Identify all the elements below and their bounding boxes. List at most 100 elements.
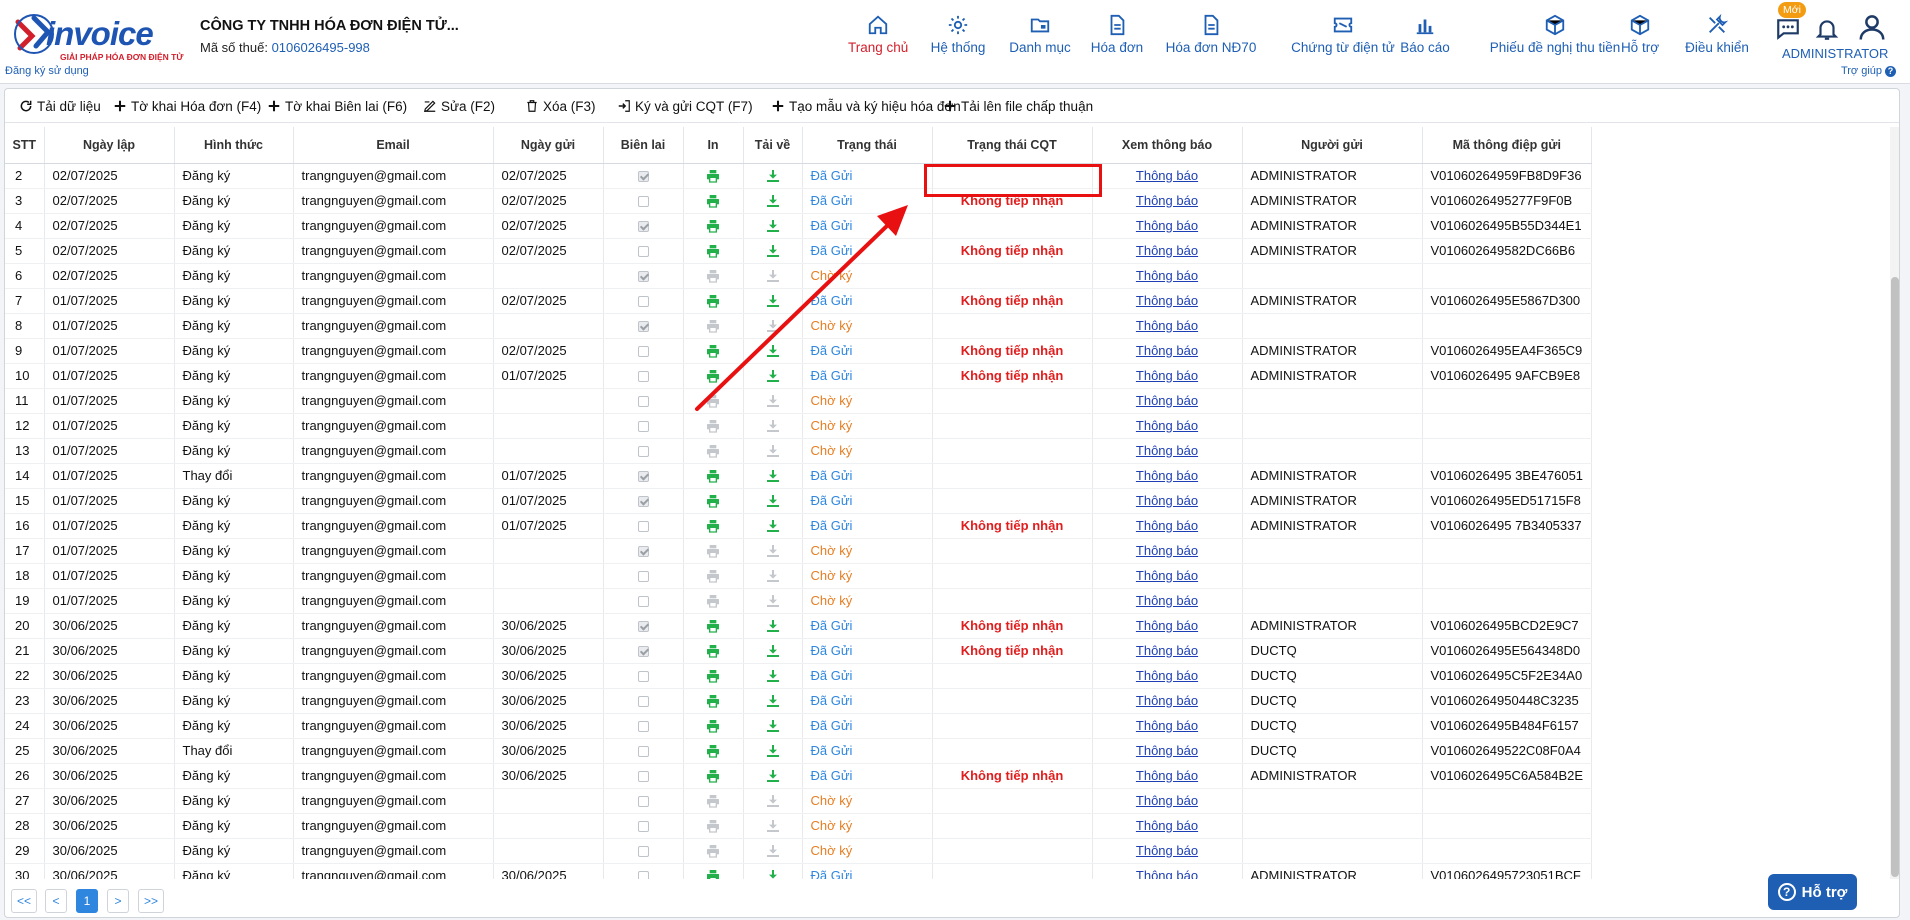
table-row[interactable]: 15 01/07/2025 Đăng ký trangnguyen@gmail.com… xyxy=(5,488,1593,514)
cell-notice-link[interactable]: Thông báo xyxy=(1092,613,1243,639)
download-icon[interactable] xyxy=(765,443,781,459)
table-row[interactable]: 9 01/07/2025 Đăng ký trangnguyen@gmail.com 0… xyxy=(5,338,1593,364)
receipt-checkbox[interactable] xyxy=(637,221,649,233)
cell-notice-link[interactable]: Thông báo xyxy=(1092,363,1243,389)
receipt-checkbox[interactable] xyxy=(637,646,649,658)
pager-next[interactable]: > xyxy=(107,889,129,913)
download-icon[interactable] xyxy=(765,268,781,284)
nav-item-2[interactable]: Danh mục xyxy=(1007,12,1073,64)
receipt-checkbox[interactable] xyxy=(637,571,649,583)
print-icon[interactable] xyxy=(705,168,721,184)
cell-notice-link[interactable]: Thông báo xyxy=(1092,763,1243,789)
receipt-checkbox[interactable] xyxy=(637,346,649,358)
download-icon[interactable] xyxy=(765,768,781,784)
cell-notice-link[interactable]: Thông báo xyxy=(1092,538,1243,564)
receipt-checkbox[interactable] xyxy=(637,246,649,258)
table-row[interactable]: 21 30/06/2025 Đăng ký trangnguyen@gmail.com… xyxy=(5,638,1593,664)
cell-notice-link[interactable]: Thông báo xyxy=(1092,388,1243,414)
nav-item-3[interactable]: Hóa đơn xyxy=(1089,12,1145,64)
table-row[interactable]: 22 30/06/2025 Đăng ký trangnguyen@gmail.com… xyxy=(5,663,1593,689)
receipt-checkbox[interactable] xyxy=(637,171,649,183)
table-row[interactable]: 29 30/06/2025 Đăng ký trangnguyen@gmail.com… xyxy=(5,838,1593,864)
column-header-5[interactable]: Biên lai xyxy=(603,127,684,164)
download-icon[interactable] xyxy=(765,318,781,334)
download-icon[interactable] xyxy=(765,868,781,879)
cell-notice-link[interactable]: Thông báo xyxy=(1092,313,1243,339)
cell-notice-link[interactable]: Thông báo xyxy=(1092,263,1243,289)
nav-item-7[interactable]: Phiếu đề nghị thu tiền xyxy=(1471,12,1639,64)
receipt-checkbox[interactable] xyxy=(637,596,649,608)
register-link[interactable]: Đăng ký sử dụng xyxy=(5,65,89,77)
receipt-checkbox[interactable] xyxy=(637,746,649,758)
column-header-12[interactable]: Mã thông điệp gửi xyxy=(1422,127,1593,164)
receipt-checkbox[interactable] xyxy=(637,496,649,508)
nav-item-1[interactable]: Hệ thống xyxy=(930,12,986,64)
cell-notice-link[interactable]: Thông báo xyxy=(1092,713,1243,739)
print-icon[interactable] xyxy=(705,743,721,759)
receipt-checkbox[interactable] xyxy=(637,696,649,708)
download-icon[interactable] xyxy=(765,168,781,184)
column-header-8[interactable]: Trạng thái xyxy=(802,127,933,164)
table-row[interactable]: 6 02/07/2025 Đăng ký trangnguyen@gmail.com C… xyxy=(5,263,1593,289)
table-row[interactable]: 24 30/06/2025 Đăng ký trangnguyen@gmail.com… xyxy=(5,713,1593,739)
receipt-checkbox[interactable] xyxy=(637,821,649,833)
table-row[interactable]: 3 02/07/2025 Đăng ký trangnguyen@gmail.com 0… xyxy=(5,188,1593,214)
column-header-6[interactable]: In xyxy=(683,127,744,164)
cell-notice-link[interactable]: Thông báo xyxy=(1092,813,1243,839)
table-row[interactable]: 14 01/07/2025 Thay đổi trangnguyen@gmail.co… xyxy=(5,463,1593,489)
pager-page-1[interactable]: 1 xyxy=(76,889,98,913)
download-icon[interactable] xyxy=(765,593,781,609)
print-icon[interactable] xyxy=(705,368,721,384)
print-icon[interactable] xyxy=(705,668,721,684)
table-row[interactable]: 8 01/07/2025 Đăng ký trangnguyen@gmail.com C… xyxy=(5,313,1593,339)
column-header-1[interactable]: Ngày lập xyxy=(44,127,175,164)
print-icon[interactable] xyxy=(705,393,721,409)
cell-notice-link[interactable]: Thông báo xyxy=(1092,438,1243,464)
receipt-checkbox[interactable] xyxy=(637,721,649,733)
column-header-9[interactable]: Trạng thái CQT xyxy=(932,127,1093,164)
receipt-checkbox[interactable] xyxy=(637,771,649,783)
download-icon[interactable] xyxy=(765,418,781,434)
download-icon[interactable] xyxy=(765,293,781,309)
print-icon[interactable] xyxy=(705,593,721,609)
receipt-checkbox[interactable] xyxy=(637,296,649,308)
receipt-checkbox[interactable] xyxy=(637,196,649,208)
print-icon[interactable] xyxy=(705,518,721,534)
print-icon[interactable] xyxy=(705,868,721,879)
download-icon[interactable] xyxy=(765,193,781,209)
table-row[interactable]: 30 30/06/2025 Đăng ký trangnguyen@gmail.com… xyxy=(5,863,1593,879)
user-name[interactable]: ADMINISTRATOR xyxy=(1782,46,1888,61)
nav-item-0[interactable]: Trang chủ xyxy=(848,12,908,64)
print-icon[interactable] xyxy=(705,218,721,234)
print-icon[interactable] xyxy=(705,268,721,284)
cell-notice-link[interactable]: Thông báo xyxy=(1092,238,1243,264)
message-icon[interactable] xyxy=(1775,16,1801,42)
toolbar-button-0[interactable]: Tải dữ liệu xyxy=(19,96,101,116)
scrollbar-thumb[interactable] xyxy=(1891,277,1899,877)
receipt-checkbox[interactable] xyxy=(637,471,649,483)
receipt-checkbox[interactable] xyxy=(637,271,649,283)
nav-item-5[interactable]: Chứng từ điện tử xyxy=(1275,12,1411,64)
download-icon[interactable] xyxy=(765,693,781,709)
table-row[interactable]: 26 30/06/2025 Đăng ký trangnguyen@gmail.com… xyxy=(5,763,1593,789)
toolbar-button-7[interactable]: Tải lên file chấp thuận xyxy=(943,96,1093,116)
download-icon[interactable] xyxy=(765,743,781,759)
toolbar-button-4[interactable]: Xóa (F3) xyxy=(525,96,596,116)
cell-notice-link[interactable]: Thông báo xyxy=(1092,488,1243,514)
print-icon[interactable] xyxy=(705,493,721,509)
cell-notice-link[interactable]: Thông báo xyxy=(1092,838,1243,864)
column-header-2[interactable]: Hình thức xyxy=(174,127,294,164)
receipt-checkbox[interactable] xyxy=(637,621,649,633)
receipt-checkbox[interactable] xyxy=(637,796,649,808)
cell-notice-link[interactable]: Thông báo xyxy=(1092,413,1243,439)
receipt-checkbox[interactable] xyxy=(637,446,649,458)
brand-logo[interactable]: invoice GIẢI PHÁP HÓA ĐƠN ĐIỆN TỬ xyxy=(12,12,183,62)
table-row[interactable]: 5 02/07/2025 Đăng ký trangnguyen@gmail.com 0… xyxy=(5,238,1593,264)
download-icon[interactable] xyxy=(765,718,781,734)
toolbar-button-6[interactable]: Tạo mẫu và ký hiệu hóa đơn xyxy=(771,96,961,116)
support-button[interactable]: ? Hỗ trợ xyxy=(1768,874,1857,910)
table-row[interactable]: 20 30/06/2025 Đăng ký trangnguyen@gmail.com… xyxy=(5,613,1593,639)
download-icon[interactable] xyxy=(765,843,781,859)
table-row[interactable]: 18 01/07/2025 Đăng ký trangnguyen@gmail.com… xyxy=(5,563,1593,589)
cell-notice-link[interactable]: Thông báo xyxy=(1092,338,1243,364)
